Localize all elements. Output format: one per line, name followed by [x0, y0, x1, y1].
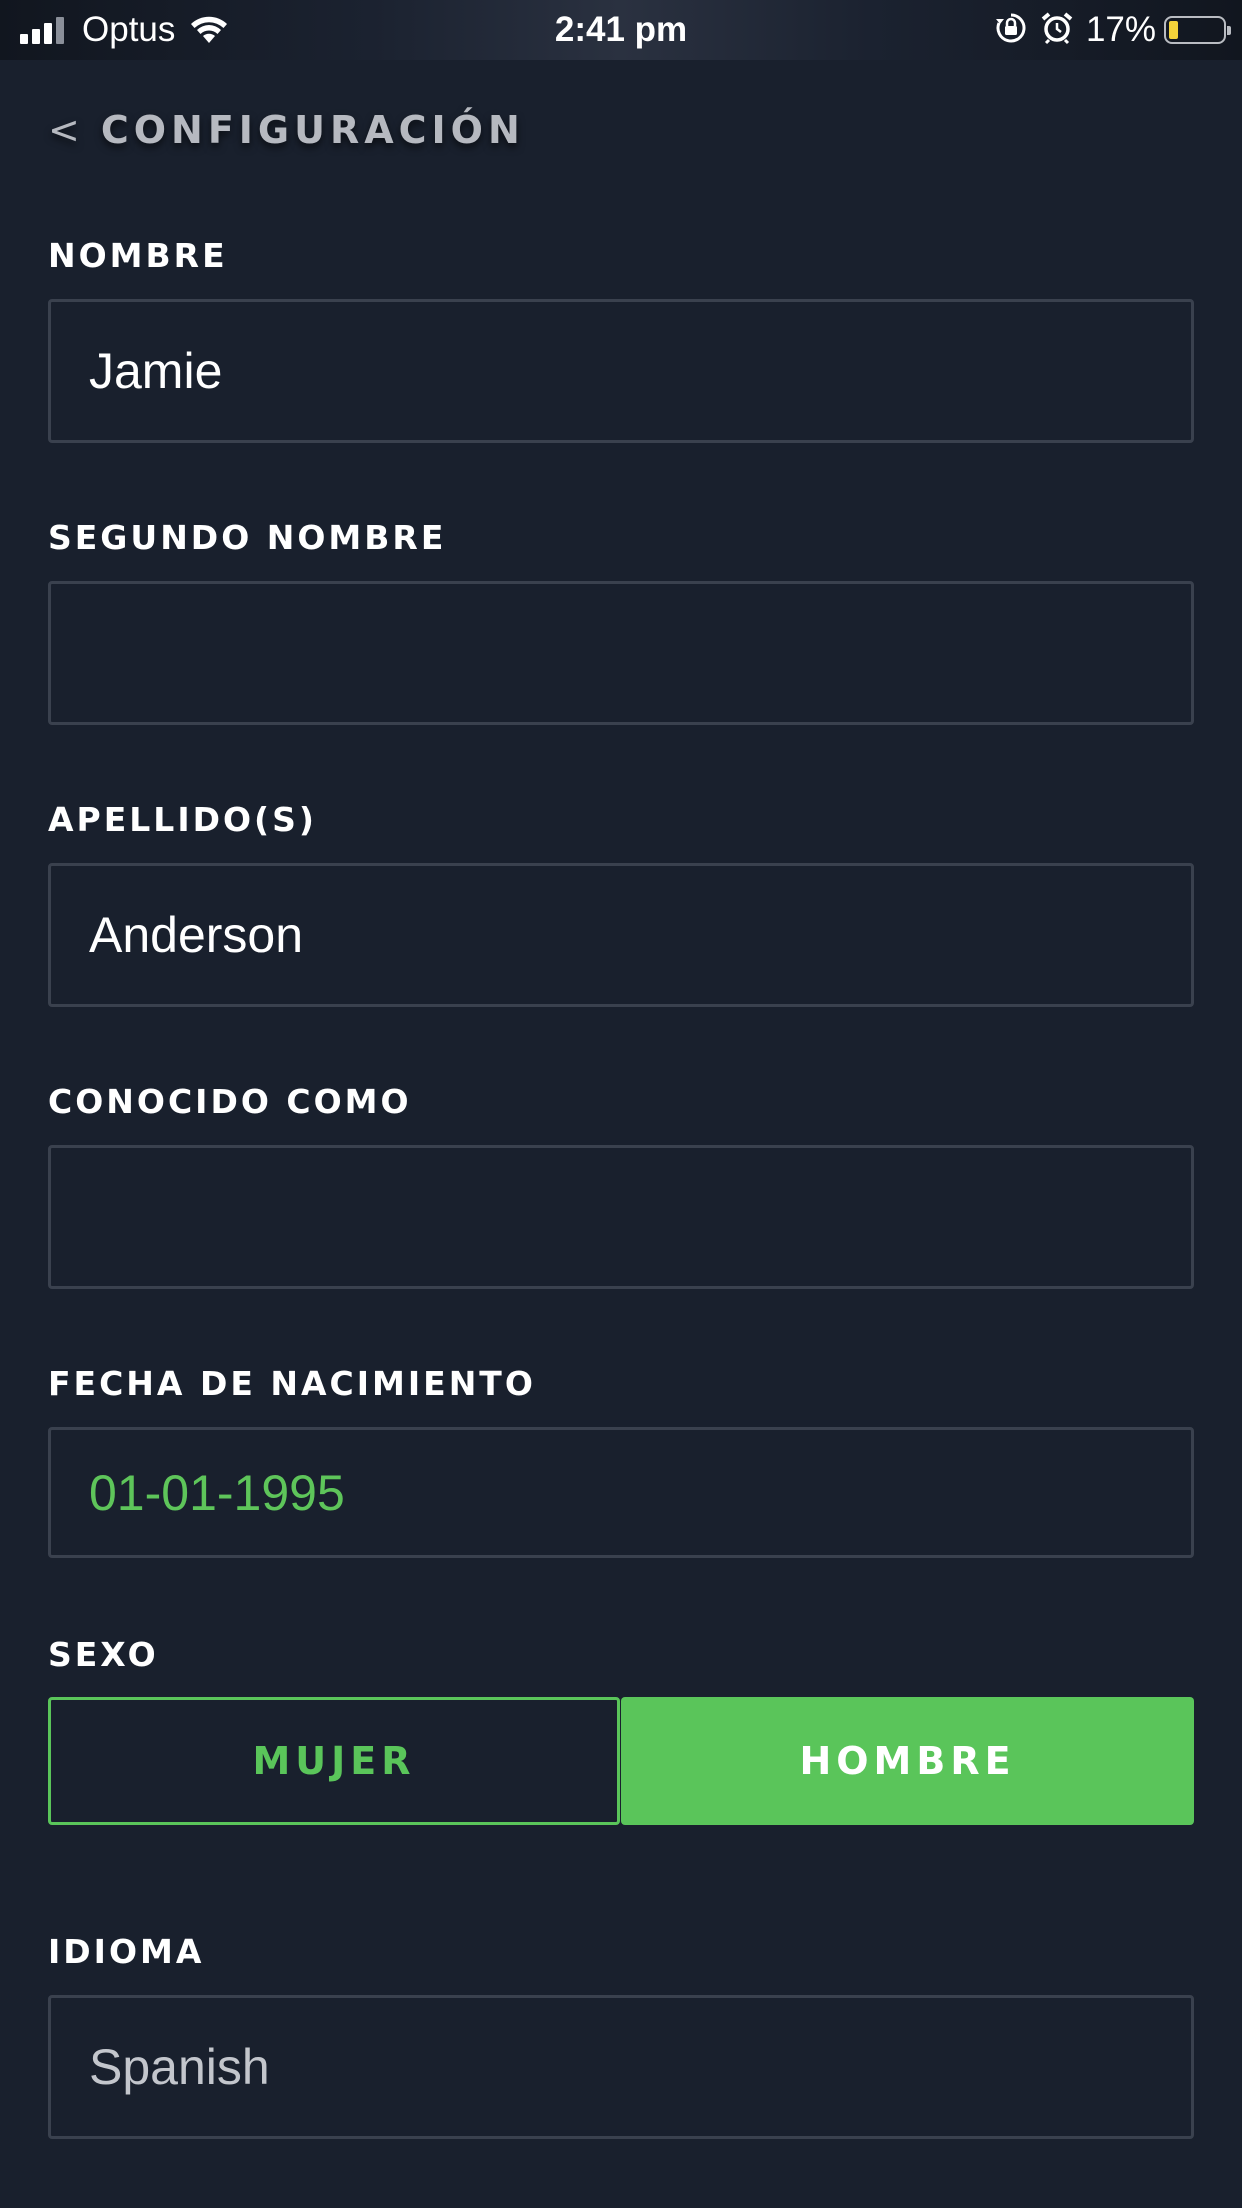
conocido-como-label: CONOCIDO COMO: [48, 1082, 412, 1121]
status-bar-right: 17%: [994, 0, 1231, 60]
conocido-como-input[interactable]: [48, 1145, 1194, 1289]
apellidos-input[interactable]: Anderson: [48, 863, 1194, 1007]
battery-icon: [1164, 16, 1231, 44]
alarm-icon: [1040, 11, 1074, 49]
apellidos-label: APELLIDO(S): [48, 800, 317, 839]
wifi-icon: [189, 15, 229, 45]
nombre-input[interactable]: Jamie: [48, 299, 1194, 443]
battery-level: [1169, 21, 1178, 39]
carrier-name: Optus: [82, 10, 176, 49]
orientation-lock-icon: [994, 11, 1028, 49]
segundo-nombre-input[interactable]: [48, 581, 1194, 725]
idioma-select[interactable]: Spanish: [48, 1995, 1194, 2139]
status-bar: Optus 2:41 pm 17%: [0, 0, 1242, 60]
fecha-nacimiento-label: FECHA DE NACIMIENTO: [48, 1364, 536, 1403]
hombre-option-button[interactable]: HOMBRE: [621, 1697, 1194, 1825]
mujer-option-button[interactable]: MUJER: [48, 1697, 620, 1825]
back-chevron-icon: <: [48, 108, 85, 152]
nombre-label: NOMBRE: [48, 236, 228, 275]
battery-percent: 17%: [1085, 10, 1156, 49]
segundo-nombre-label: SEGUNDO NOMBRE: [48, 518, 447, 557]
status-bar-left: Optus: [20, 0, 229, 60]
fecha-nacimiento-input[interactable]: 01-01-1995: [48, 1427, 1194, 1558]
back-button[interactable]: < CONFIGURACIÓN: [48, 100, 525, 160]
signal-icon: [20, 16, 68, 44]
page-title: CONFIGURACIÓN: [100, 108, 525, 152]
idioma-label: IDIOMA: [48, 1932, 205, 1971]
sexo-label: SEXO: [48, 1635, 159, 1674]
